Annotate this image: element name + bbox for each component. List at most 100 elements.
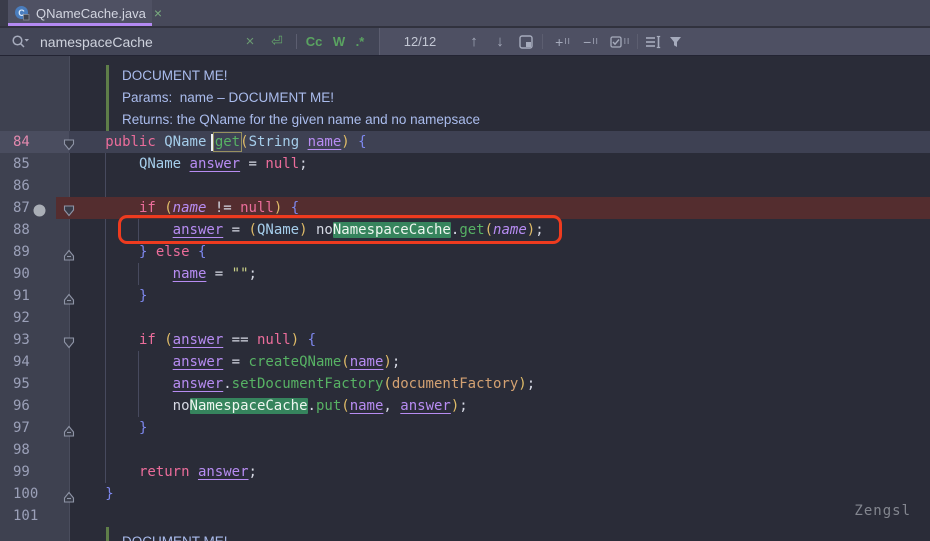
remove-occurrence-icon[interactable]: −II (578, 28, 604, 55)
caret-line-gutter-highlight (0, 131, 69, 153)
line-number[interactable]: 99 (13, 461, 30, 483)
line-number[interactable]: 93 (13, 329, 30, 351)
line-number[interactable]: 92 (13, 307, 30, 329)
line-number[interactable]: 84 (13, 131, 30, 153)
code-text[interactable]: if (answer == null) { (72, 329, 317, 351)
code-text[interactable]: answer = createQName(name); (72, 351, 401, 373)
search-match-highlight: NamespaceCache (333, 222, 451, 238)
code-line-91[interactable]: 91 } (0, 285, 930, 307)
line-number[interactable]: 100 (13, 483, 38, 505)
code-text[interactable]: name = ""; (72, 263, 257, 285)
token (72, 354, 173, 370)
code-line-94[interactable]: 94 answer = createQName(name); (0, 351, 930, 373)
token: = (223, 222, 248, 238)
open-in-find-window-icon[interactable] (516, 28, 536, 55)
token (156, 332, 164, 348)
code-text[interactable]: QName answer = null; (72, 153, 308, 175)
line-number[interactable]: 96 (13, 395, 30, 417)
search-icon[interactable] (8, 28, 32, 55)
code-text[interactable]: answer = (QName) noNamespaceCache.get(na… (72, 219, 544, 241)
token (156, 134, 164, 150)
line-number[interactable]: 88 (13, 219, 30, 241)
token: ; (249, 464, 257, 480)
code-line-99[interactable]: 99 return answer; (0, 461, 930, 483)
token: answer (173, 332, 224, 348)
line-number[interactable]: 91 (13, 285, 30, 307)
previous-occurrence-icon[interactable]: ↑ (464, 28, 484, 55)
line-number[interactable]: 101 (13, 505, 38, 527)
code-line-92[interactable]: 92 (0, 307, 930, 329)
next-occurrence-icon[interactable]: ↓ (490, 28, 510, 55)
token: if (139, 200, 156, 216)
code-line-96[interactable]: 96 noNamespaceCache.put(name, answer); (0, 395, 930, 417)
add-occurrence-icon[interactable]: +II (550, 28, 576, 55)
words-toggle[interactable]: W (330, 28, 348, 55)
code-line-89[interactable]: 89 } else { (0, 241, 930, 263)
code-line-95[interactable]: 95 answer.setDocumentFactory(documentFac… (0, 373, 930, 395)
tab-qnamecache[interactable]: C QNameCache.java × (8, 0, 152, 26)
line-number[interactable]: 90 (13, 263, 30, 285)
code-line-93[interactable]: 93 if (answer == null) { (0, 329, 930, 351)
token: createQName (249, 354, 342, 370)
code-text[interactable]: public QName get(String name) { (72, 131, 367, 153)
regex-toggle[interactable]: .* (350, 28, 370, 55)
rendered-doc-line[interactable]: Params: name – DOCUMENT ME! (0, 87, 930, 109)
search-options-lines-icon[interactable] (642, 28, 664, 55)
token (299, 332, 307, 348)
line-number[interactable]: 98 (13, 439, 30, 461)
clear-search-icon[interactable]: × (240, 28, 260, 55)
code-line-101[interactable]: 101 (0, 505, 930, 527)
search-field[interactable]: × ⏎ Cc W .* (0, 28, 380, 55)
code-line-85[interactable]: 85 QName answer = null; (0, 153, 930, 175)
line-number[interactable]: 94 (13, 351, 30, 373)
token (72, 156, 139, 172)
line-number[interactable]: 87 (13, 197, 30, 219)
code-line-84[interactable]: 84 public QName get(String name) { (0, 131, 930, 153)
code-line-100[interactable]: 100 } (0, 483, 930, 505)
code-line-98[interactable]: 98 (0, 439, 930, 461)
code-text[interactable]: } (72, 483, 114, 505)
code-editor[interactable]: DOCUMENT ME!Params: name – DOCUMENT ME!R… (0, 56, 930, 541)
code-text[interactable]: } else { (72, 241, 207, 263)
token: ( (341, 398, 349, 414)
rendered-doc-line[interactable]: Returns: the QName for the given name an… (0, 109, 930, 131)
token: no (308, 222, 333, 238)
token: } (139, 288, 147, 304)
code-line-87[interactable]: 87 if (name != null) { (0, 197, 930, 219)
token: else (156, 244, 190, 260)
token: ; (535, 222, 543, 238)
filter-icon[interactable] (664, 28, 686, 55)
code-text[interactable]: return answer; (72, 461, 257, 483)
search-input[interactable] (38, 28, 238, 55)
newline-icon[interactable]: ⏎ (266, 28, 288, 55)
token: put (316, 398, 341, 414)
token: answer (173, 354, 224, 370)
line-number[interactable]: 89 (13, 241, 30, 263)
code-line-88[interactable]: 88 answer = (QName) noNamespaceCache.get… (0, 219, 930, 241)
code-line-97[interactable]: 97 } (0, 417, 930, 439)
token: ; (392, 354, 400, 370)
token: name (493, 222, 527, 238)
select-all-occurrences-icon[interactable]: II (606, 28, 634, 55)
code-text[interactable]: } (72, 285, 148, 307)
rendered-doc-line[interactable]: DOCUMENT ME! (0, 65, 930, 87)
token: QName (257, 222, 299, 238)
token: = (223, 354, 248, 370)
rendered-doc-line[interactable]: DOCUMENT ME! (0, 531, 930, 541)
tab-close-icon[interactable]: × (154, 6, 162, 20)
token: ( (164, 200, 172, 216)
line-number[interactable]: 97 (13, 417, 30, 439)
code-text[interactable]: answer.setDocumentFactory(documentFactor… (72, 373, 536, 395)
token (299, 134, 307, 150)
line-number[interactable]: 95 (13, 373, 30, 395)
code-line-86[interactable]: 86 (0, 175, 930, 197)
doc-text: DOCUMENT ME! (122, 531, 228, 541)
code-line-90[interactable]: 90 name = ""; (0, 263, 930, 285)
code-text[interactable]: } (72, 417, 148, 439)
code-text[interactable]: noNamespaceCache.put(name, answer); (72, 395, 468, 417)
line-number[interactable]: 86 (13, 175, 30, 197)
code-text[interactable]: if (name != null) { (72, 197, 300, 219)
line-number[interactable]: 85 (13, 153, 30, 175)
match-case-toggle[interactable]: Cc (302, 28, 326, 55)
token: ) (291, 332, 299, 348)
